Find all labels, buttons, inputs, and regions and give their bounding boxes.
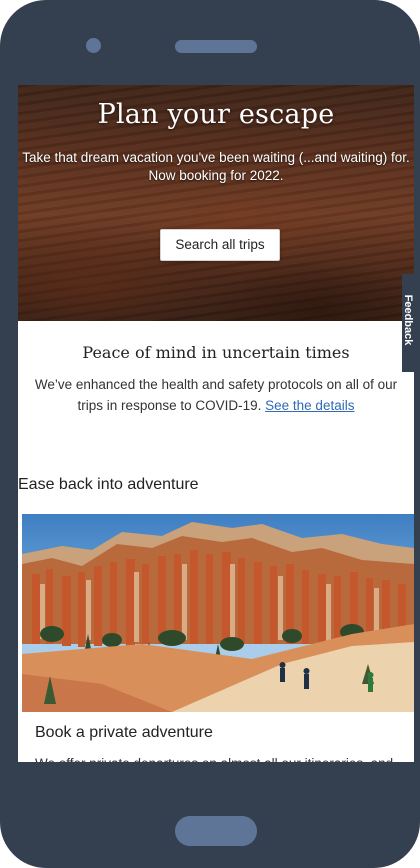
hero-title: Plan your escape bbox=[97, 99, 335, 130]
hero-subtitle-line2: Now booking for 2022. bbox=[148, 168, 284, 183]
home-button[interactable] bbox=[175, 816, 257, 846]
screen: Plan your escape Take that dream vacatio… bbox=[18, 85, 414, 762]
card-title: Book a private adventure bbox=[35, 724, 213, 741]
speaker-grille bbox=[175, 40, 257, 53]
section-heading: Ease back into adventure bbox=[18, 476, 199, 493]
feedback-tab[interactable]: Feedback bbox=[402, 274, 414, 372]
card-text: We offer private departures on almost al… bbox=[35, 754, 403, 762]
device-frame: Plan your escape Take that dream vacatio… bbox=[0, 0, 420, 868]
hero-subtitle-line1: Take that dream vacation you've been wai… bbox=[22, 150, 410, 165]
see-details-link[interactable]: See the details bbox=[265, 398, 354, 413]
camera-icon bbox=[86, 38, 101, 53]
feedback-tab-label: Feedback bbox=[402, 294, 414, 346]
peace-of-mind-title: Peace of mind in uncertain times bbox=[82, 343, 350, 362]
canyon-illustration bbox=[22, 522, 414, 712]
trip-image-bryce-canyon[interactable] bbox=[22, 514, 414, 712]
search-all-trips-button[interactable]: Search all trips bbox=[160, 229, 280, 261]
hero-banner: Plan your escape Take that dream vacatio… bbox=[18, 85, 414, 321]
peace-of-mind-text: We’ve enhanced the health and safety pro… bbox=[34, 377, 398, 413]
hero-subtitle: Take that dream vacation you've been wai… bbox=[22, 149, 410, 185]
